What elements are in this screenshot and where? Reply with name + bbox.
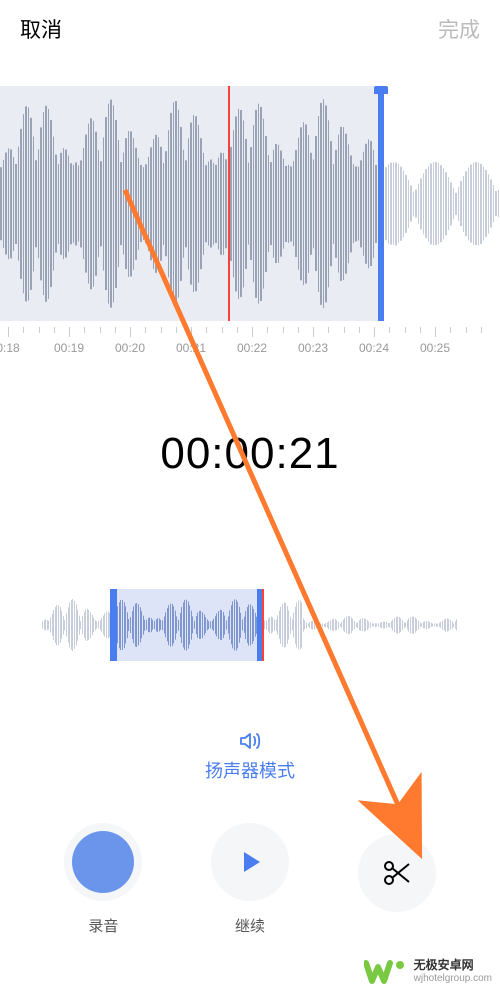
record-button[interactable]: 录音	[48, 823, 158, 936]
record-dot-icon	[72, 831, 134, 893]
play-icon	[236, 848, 264, 876]
scissors-icon	[381, 857, 413, 889]
speaker-mode-label: 扬声器模式	[205, 761, 295, 781]
overview-selection-left-handle[interactable]	[110, 589, 117, 661]
overview-selection-fill	[117, 589, 257, 661]
waveform-bars	[0, 86, 500, 321]
continue-button[interactable]: 继续	[195, 823, 305, 936]
waveform-editor[interactable]	[0, 86, 500, 321]
elapsed-time: 00:00:21	[0, 429, 500, 479]
speaker-icon	[238, 731, 262, 751]
cut-button[interactable]	[342, 834, 452, 926]
watermark-title: 无极安卓网	[414, 959, 492, 973]
waveform-overview[interactable]	[42, 589, 458, 661]
timeline: 0:1800:1900:2000:2100:2200:2300:2400:25	[0, 327, 500, 367]
cancel-button[interactable]: 取消	[20, 14, 62, 44]
selection-end-handle[interactable]	[378, 86, 384, 321]
speaker-mode-button[interactable]: 扬声器模式	[0, 731, 500, 783]
overview-playhead	[262, 589, 264, 661]
header: 取消 完成	[0, 0, 500, 58]
watermark: 无极安卓网 wjhotelgroup.com	[364, 957, 492, 987]
controls-row: 录音 继续	[0, 823, 500, 936]
continue-label: 继续	[195, 915, 305, 936]
watermark-url: wjhotelgroup.com	[414, 973, 492, 985]
record-label: 录音	[48, 915, 158, 936]
done-button[interactable]: 完成	[438, 14, 480, 44]
watermark-logo-icon	[364, 957, 406, 987]
playhead[interactable]	[228, 86, 230, 321]
